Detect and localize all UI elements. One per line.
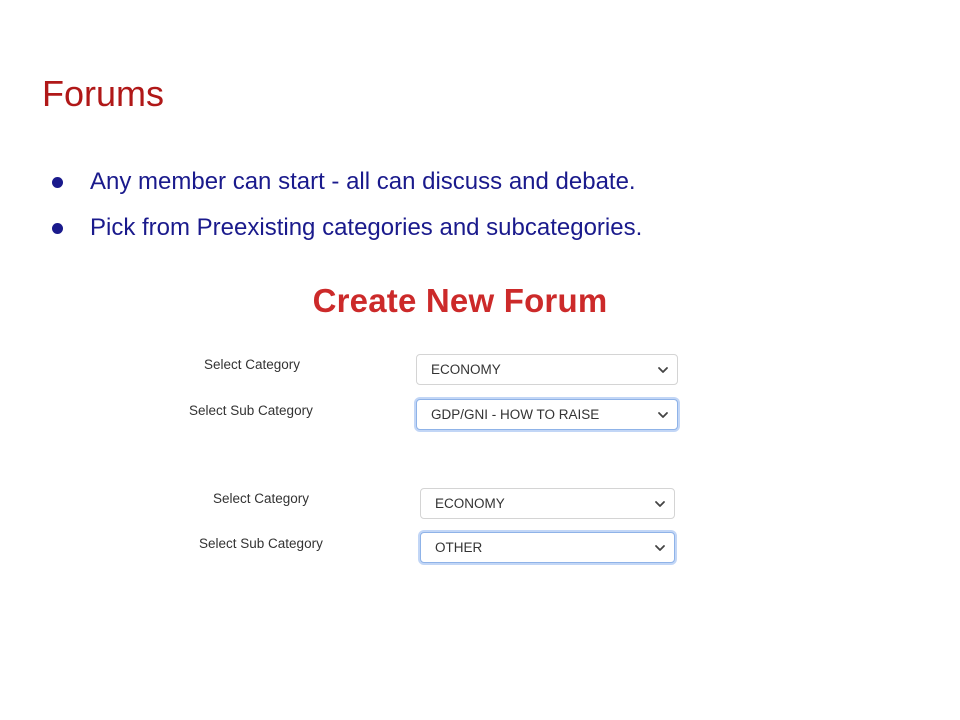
category-select[interactable]: ECONOMY bbox=[420, 488, 675, 519]
form-heading: Create New Forum bbox=[312, 282, 608, 319]
bullet-dot-icon bbox=[52, 176, 63, 188]
chevron-down-icon bbox=[655, 544, 665, 551]
bullet-text: Pick from Preexisting categories and sub… bbox=[90, 214, 643, 241]
subcategory-select-value: GDP/GNI - HOW TO RAISE bbox=[431, 407, 600, 422]
chevron-down-icon bbox=[658, 366, 668, 373]
slide-title: Forums bbox=[42, 73, 165, 114]
category-select[interactable]: ECONOMY bbox=[416, 354, 678, 385]
subcategory-select-value: OTHER bbox=[435, 540, 483, 555]
subcategory-select[interactable]: GDP/GNI - HOW TO RAISE bbox=[416, 399, 678, 430]
bullet-item: Pick from Preexisting categories and sub… bbox=[52, 210, 642, 246]
chevron-down-icon bbox=[658, 411, 668, 418]
category-select-value: ECONOMY bbox=[435, 496, 505, 511]
bullet-dot-icon bbox=[52, 222, 63, 234]
category-label: Select Category bbox=[213, 491, 310, 506]
subcategory-label: Select Sub Category bbox=[199, 536, 323, 551]
subcategory-select[interactable]: OTHER bbox=[420, 532, 675, 563]
category-select-value: ECONOMY bbox=[431, 362, 501, 377]
bullet-text: Any member can start - all can discuss a… bbox=[90, 168, 636, 195]
bullet-list: Any member can start - all can discuss a… bbox=[52, 164, 642, 256]
category-label: Select Category bbox=[204, 357, 301, 372]
subcategory-label: Select Sub Category bbox=[189, 403, 313, 418]
chevron-down-icon bbox=[655, 500, 665, 507]
bullet-item: Any member can start - all can discuss a… bbox=[52, 164, 642, 200]
